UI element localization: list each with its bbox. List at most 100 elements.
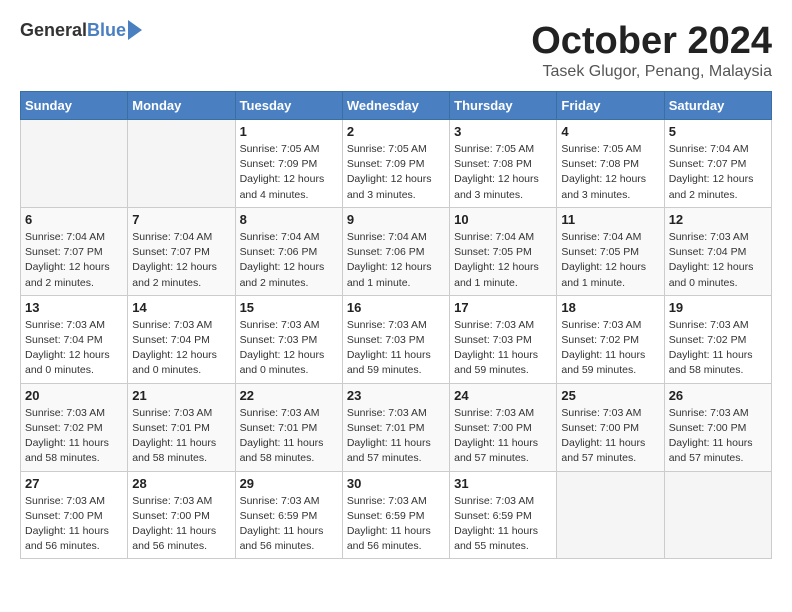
day-cell: 5Sunrise: 7:04 AM Sunset: 7:07 PM Daylig… [664,120,771,208]
location: Tasek Glugor, Penang, Malaysia [531,63,772,81]
header-row: SundayMondayTuesdayWednesdayThursdayFrid… [21,92,772,120]
day-number: 20 [25,388,123,403]
day-info: Sunrise: 7:04 AM Sunset: 7:05 PM Dayligh… [561,230,659,291]
day-info: Sunrise: 7:03 AM Sunset: 6:59 PM Dayligh… [240,494,338,555]
day-number: 31 [454,476,552,491]
logo-arrow-icon [128,20,142,40]
day-cell: 20 Sunrise: 7:03 AM Sunset: 7:02 PM Dayli… [21,383,128,471]
day-number: 1 [240,124,338,139]
day-cell: 3Sunrise: 7:05 AM Sunset: 7:08 PM Daylig… [450,120,557,208]
week-row-4: 20 Sunrise: 7:03 AM Sunset: 7:02 PM Dayli… [21,383,772,471]
day-cell: 30 Sunrise: 7:03 AM Sunset: 6:59 PM Dayli… [342,471,449,559]
day-number: 30 [347,476,445,491]
day-number: 25 [561,388,659,403]
week-row-2: 6 Sunrise: 7:04 AM Sunset: 7:07 PM Daylig… [21,207,772,295]
header-cell-sunday: Sunday [21,92,128,120]
day-number: 24 [454,388,552,403]
week-row-5: 27Sunrise: 7:03 AM Sunset: 7:00 PM Dayli… [21,471,772,559]
day-cell: 28 Sunrise: 7:03 AM Sunset: 7:00 PM Dayli… [128,471,235,559]
day-cell: 26 Sunrise: 7:03 AM Sunset: 7:00 PM Dayli… [664,383,771,471]
day-cell [128,120,235,208]
header-cell-wednesday: Wednesday [342,92,449,120]
calendar-table: SundayMondayTuesdayWednesdayThursdayFrid… [20,91,772,559]
day-info: Sunrise: 7:04 AM Sunset: 7:07 PM Dayligh… [25,230,123,291]
day-number: 22 [240,388,338,403]
day-cell: 1 Sunrise: 7:05 AM Sunset: 7:09 PM Daylig… [235,120,342,208]
day-info: Sunrise: 7:04 AM Sunset: 7:06 PM Dayligh… [240,230,338,291]
day-info: Sunrise: 7:03 AM Sunset: 7:00 PM Dayligh… [669,406,767,467]
day-cell: 21 Sunrise: 7:03 AM Sunset: 7:01 PM Dayli… [128,383,235,471]
day-cell: 11 Sunrise: 7:04 AM Sunset: 7:05 PM Dayli… [557,207,664,295]
day-cell [557,471,664,559]
day-number: 26 [669,388,767,403]
calendar-body: 1 Sunrise: 7:05 AM Sunset: 7:09 PM Daylig… [21,120,772,559]
day-info: Sunrise: 7:03 AM Sunset: 7:02 PM Dayligh… [25,406,123,467]
day-cell: 9 Sunrise: 7:04 AM Sunset: 7:06 PM Daylig… [342,207,449,295]
header-cell-friday: Friday [557,92,664,120]
day-info: Sunrise: 7:05 AM Sunset: 7:09 PM Dayligh… [240,142,338,203]
day-number: 18 [561,300,659,315]
day-number: 8 [240,212,338,227]
day-cell: 16Sunrise: 7:03 AM Sunset: 7:03 PM Dayli… [342,295,449,383]
day-number: 29 [240,476,338,491]
day-number: 19 [669,300,767,315]
day-number: 15 [240,300,338,315]
week-row-3: 13 Sunrise: 7:03 AM Sunset: 7:04 PM Dayli… [21,295,772,383]
day-number: 7 [132,212,230,227]
day-cell: 17 Sunrise: 7:03 AM Sunset: 7:03 PM Dayli… [450,295,557,383]
day-info: Sunrise: 7:05 AM Sunset: 7:09 PM Dayligh… [347,142,445,203]
day-info: Sunrise: 7:03 AM Sunset: 6:59 PM Dayligh… [347,494,445,555]
day-number: 21 [132,388,230,403]
day-cell: 13 Sunrise: 7:03 AM Sunset: 7:04 PM Dayli… [21,295,128,383]
day-info: Sunrise: 7:04 AM Sunset: 7:05 PM Dayligh… [454,230,552,291]
day-info: Sunrise: 7:04 AM Sunset: 7:07 PM Dayligh… [132,230,230,291]
day-info: Sunrise: 7:03 AM Sunset: 7:03 PM Dayligh… [454,318,552,379]
day-cell: 31 Sunrise: 7:03 AM Sunset: 6:59 PM Dayli… [450,471,557,559]
day-info: Sunrise: 7:04 AM Sunset: 7:07 PM Dayligh… [669,142,767,203]
day-number: 14 [132,300,230,315]
calendar-header: SundayMondayTuesdayWednesdayThursdayFrid… [21,92,772,120]
day-cell: 24 Sunrise: 7:03 AM Sunset: 7:00 PM Dayli… [450,383,557,471]
title-section: October 2024 Tasek Glugor, Penang, Malay… [531,20,772,81]
day-info: Sunrise: 7:03 AM Sunset: 7:01 PM Dayligh… [132,406,230,467]
header-cell-tuesday: Tuesday [235,92,342,120]
day-number: 10 [454,212,552,227]
day-info: Sunrise: 7:03 AM Sunset: 7:00 PM Dayligh… [25,494,123,555]
day-info: Sunrise: 7:03 AM Sunset: 7:03 PM Dayligh… [240,318,338,379]
logo-blue-text: Blue [87,20,126,41]
day-cell: 23Sunrise: 7:03 AM Sunset: 7:01 PM Dayli… [342,383,449,471]
day-cell: 19Sunrise: 7:03 AM Sunset: 7:02 PM Dayli… [664,295,771,383]
day-number: 28 [132,476,230,491]
header-cell-monday: Monday [128,92,235,120]
day-number: 6 [25,212,123,227]
day-number: 13 [25,300,123,315]
day-number: 23 [347,388,445,403]
day-info: Sunrise: 7:03 AM Sunset: 6:59 PM Dayligh… [454,494,552,555]
day-cell: 12Sunrise: 7:03 AM Sunset: 7:04 PM Dayli… [664,207,771,295]
day-cell: 29 Sunrise: 7:03 AM Sunset: 6:59 PM Dayli… [235,471,342,559]
day-number: 9 [347,212,445,227]
day-cell: 4Sunrise: 7:05 AM Sunset: 7:08 PM Daylig… [557,120,664,208]
day-info: Sunrise: 7:03 AM Sunset: 7:00 PM Dayligh… [454,406,552,467]
day-cell: 25Sunrise: 7:03 AM Sunset: 7:00 PM Dayli… [557,383,664,471]
logo-general-text: General [20,20,87,41]
day-cell: 2 Sunrise: 7:05 AM Sunset: 7:09 PM Daylig… [342,120,449,208]
day-number: 12 [669,212,767,227]
day-cell: 22 Sunrise: 7:03 AM Sunset: 7:01 PM Dayli… [235,383,342,471]
day-info: Sunrise: 7:03 AM Sunset: 7:04 PM Dayligh… [25,318,123,379]
day-number: 11 [561,212,659,227]
day-cell: 15 Sunrise: 7:03 AM Sunset: 7:03 PM Dayli… [235,295,342,383]
header-cell-thursday: Thursday [450,92,557,120]
day-cell [664,471,771,559]
day-cell [21,120,128,208]
day-info: Sunrise: 7:03 AM Sunset: 7:02 PM Dayligh… [561,318,659,379]
day-number: 2 [347,124,445,139]
day-cell: 6 Sunrise: 7:04 AM Sunset: 7:07 PM Daylig… [21,207,128,295]
day-info: Sunrise: 7:04 AM Sunset: 7:06 PM Dayligh… [347,230,445,291]
day-number: 4 [561,124,659,139]
day-info: Sunrise: 7:03 AM Sunset: 7:00 PM Dayligh… [132,494,230,555]
day-cell: 8 Sunrise: 7:04 AM Sunset: 7:06 PM Daylig… [235,207,342,295]
day-info: Sunrise: 7:03 AM Sunset: 7:01 PM Dayligh… [240,406,338,467]
day-number: 17 [454,300,552,315]
day-cell: 7 Sunrise: 7:04 AM Sunset: 7:07 PM Daylig… [128,207,235,295]
